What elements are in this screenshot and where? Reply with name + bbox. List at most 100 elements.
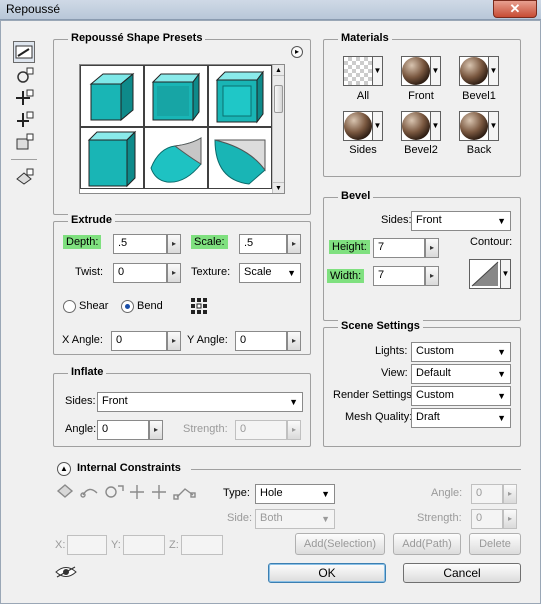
z-coord-input[interactable] xyxy=(181,535,223,555)
add-path-button[interactable]: Add(Path) xyxy=(393,533,461,555)
constraint-angle-input[interactable]: 0 xyxy=(471,484,503,504)
depth-slider-button[interactable]: ▸ xyxy=(167,234,181,254)
object-slide-tool-icon[interactable] xyxy=(13,109,35,131)
chevron-down-icon: ▼ xyxy=(287,268,296,278)
shear-radio[interactable] xyxy=(63,300,76,313)
depth-label: Depth: xyxy=(63,235,102,249)
y-coord-label: Y: xyxy=(111,539,121,551)
bend-radio[interactable] xyxy=(121,300,134,313)
z-coord-label: Z: xyxy=(169,539,179,551)
material-bevel2-swatch[interactable] xyxy=(401,111,431,141)
x-angle-label: X Angle: xyxy=(62,334,103,346)
inflate-angle-input[interactable]: 0 xyxy=(97,420,149,440)
object-pan-tool-icon[interactable] xyxy=(13,87,35,109)
inflate-strength-input[interactable]: 0 xyxy=(235,420,287,440)
material-sides-dropdown[interactable]: ▼ xyxy=(373,111,383,141)
contour-dropdown-icon[interactable]: ▼ xyxy=(501,259,511,289)
preset-bevel-sides[interactable] xyxy=(80,127,144,189)
mesh-quality-label: Mesh Quality: xyxy=(345,411,413,423)
material-front-dropdown[interactable]: ▼ xyxy=(431,56,441,86)
ok-button[interactable]: OK xyxy=(268,563,386,583)
close-button[interactable]: ✕ xyxy=(493,0,537,18)
object-scale-tool-icon[interactable] xyxy=(13,131,35,153)
presets-menu-icon[interactable]: ▸ xyxy=(291,46,303,58)
mesh-quality-select[interactable]: Draft ▼ xyxy=(411,408,511,428)
scale-slider-button[interactable]: ▸ xyxy=(287,234,301,254)
x-angle-input[interactable]: 0 xyxy=(111,331,167,351)
view-select[interactable]: Default ▼ xyxy=(411,364,511,384)
depth-input[interactable]: .5 xyxy=(113,234,167,254)
constraint-strength-slider-button[interactable]: ▸ xyxy=(503,509,517,529)
chevron-down-icon: ▼ xyxy=(497,347,506,357)
scale-input[interactable]: .5 xyxy=(239,234,287,254)
constraint-angle-slider-button[interactable]: ▸ xyxy=(503,484,517,504)
twist-slider-button[interactable]: ▸ xyxy=(167,263,181,283)
bevel-height-input[interactable]: 7 xyxy=(373,238,425,258)
presets-grid: ▲ ▼ xyxy=(79,64,285,194)
twist-input[interactable]: 0 xyxy=(113,263,167,283)
material-bevel1-dropdown[interactable]: ▼ xyxy=(489,56,499,86)
render-settings-label: Render Settings: xyxy=(333,389,415,401)
camera-tool-icon[interactable] xyxy=(13,166,35,188)
constraint-side-select[interactable]: Both ▼ xyxy=(255,509,335,529)
lights-select[interactable]: Custom ▼ xyxy=(411,342,511,362)
x-coord-input[interactable] xyxy=(67,535,107,555)
preset-inflate[interactable] xyxy=(208,65,272,127)
view-label: View: xyxy=(381,367,408,379)
bend-label: Bend xyxy=(137,300,163,312)
object-roll-tool-icon[interactable] xyxy=(13,65,35,87)
x-coord-label: X: xyxy=(55,539,66,551)
material-back-dropdown[interactable]: ▼ xyxy=(489,111,499,141)
material-sides-swatch[interactable] xyxy=(343,111,373,141)
extrude-title: Extrude xyxy=(68,214,115,226)
material-front-swatch[interactable] xyxy=(401,56,431,86)
preset-twist[interactable] xyxy=(144,127,208,189)
add-selection-button[interactable]: Add(Selection) xyxy=(295,533,385,555)
delete-button[interactable]: Delete xyxy=(469,533,521,555)
chevron-down-icon: ▼ xyxy=(497,216,506,226)
inflate-sides-select[interactable]: Front ▼ xyxy=(97,392,303,412)
bevel-height-slider-button[interactable]: ▸ xyxy=(425,238,439,258)
x-angle-slider-button[interactable]: ▸ xyxy=(167,331,181,351)
inflate-angle-slider-button[interactable]: ▸ xyxy=(149,420,163,440)
preset-cone[interactable] xyxy=(208,127,272,189)
inflate-angle-label: Angle: xyxy=(65,423,97,435)
y-angle-input[interactable]: 0 xyxy=(235,331,287,351)
chevron-down-icon: ▼ xyxy=(497,413,506,423)
bevel-width-slider-button[interactable]: ▸ xyxy=(425,266,439,286)
render-settings-select[interactable]: Custom ▼ xyxy=(411,386,511,406)
constraint-tools xyxy=(55,481,205,501)
inflate-strength-slider-button[interactable]: ▸ xyxy=(287,420,301,440)
bevel-contour-picker[interactable] xyxy=(469,259,501,289)
bevel-width-input[interactable]: 7 xyxy=(373,266,425,286)
shear-label: Shear xyxy=(79,300,109,312)
y-coord-input[interactable] xyxy=(123,535,165,555)
bevel-sides-select[interactable]: Front ▼ xyxy=(411,211,511,231)
material-all-dropdown[interactable]: ▼ xyxy=(373,56,383,86)
bevel-title: Bevel xyxy=(338,190,374,202)
material-bevel1-swatch[interactable] xyxy=(459,56,489,86)
reference-point-grid-icon[interactable] xyxy=(189,296,209,316)
object-rotate-tool-icon[interactable] xyxy=(13,41,35,63)
texture-select[interactable]: Scale ▼ xyxy=(239,263,301,283)
chevron-down-icon: ▼ xyxy=(289,397,298,407)
preset-extrude[interactable] xyxy=(80,65,144,127)
collapse-icon[interactable]: ▲ xyxy=(57,462,71,476)
eye-preview-icon[interactable] xyxy=(55,565,77,579)
material-all-swatch[interactable] xyxy=(343,56,373,86)
constraint-type-select[interactable]: Hole ▼ xyxy=(255,484,335,504)
inflate-sides-label: Sides: xyxy=(65,395,96,407)
dialog-body: Repoussé Shape Presets ▸ ▲ ▼ Materials ▼… xyxy=(0,20,541,604)
constraint-strength-input[interactable]: 0 xyxy=(471,509,503,529)
constraint-side-label: Side: xyxy=(227,512,253,524)
presets-scrollbar[interactable]: ▲ ▼ xyxy=(272,65,284,193)
preset-bevel-frame[interactable] xyxy=(144,65,208,127)
window-title: Repoussé xyxy=(6,2,61,16)
presets-title: Repoussé Shape Presets xyxy=(68,32,206,44)
cancel-button[interactable]: Cancel xyxy=(403,563,521,583)
material-bevel2-dropdown[interactable]: ▼ xyxy=(431,111,441,141)
y-angle-slider-button[interactable]: ▸ xyxy=(287,331,301,351)
material-front-label: Front xyxy=(408,90,434,102)
chevron-down-icon: ▼ xyxy=(497,391,506,401)
material-back-swatch[interactable] xyxy=(459,111,489,141)
